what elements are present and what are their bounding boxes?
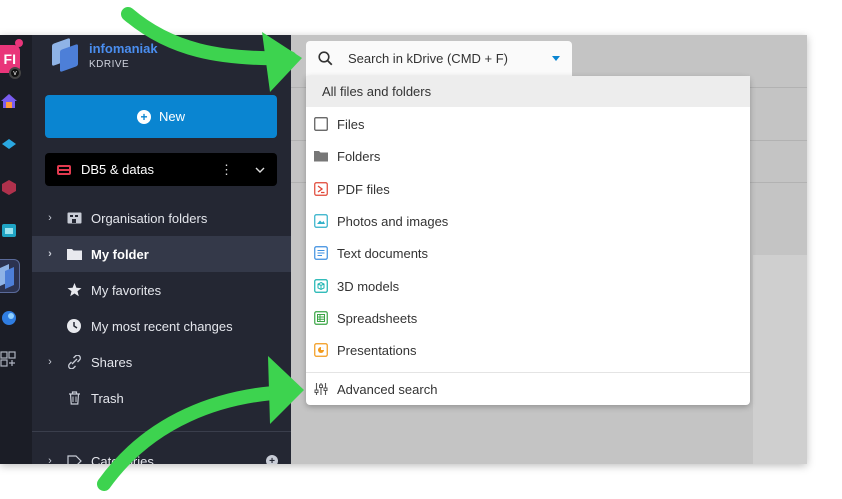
drive-selector[interactable]: DB5 & datas ⋮ xyxy=(45,153,277,186)
sliders-icon xyxy=(314,382,328,396)
advanced-search-label: Advanced search xyxy=(337,381,438,397)
sidebar-item-my-folder[interactable]: › My folder xyxy=(32,236,291,272)
drive-icon xyxy=(57,164,71,175)
filter-spreadsheets[interactable]: Spreadsheets xyxy=(306,302,750,334)
notification-dot xyxy=(15,39,23,47)
kchat-app-icon[interactable] xyxy=(0,309,18,327)
spreadsheet-icon xyxy=(314,311,328,325)
filter-folders[interactable]: Folders xyxy=(306,140,750,172)
clock-icon xyxy=(66,319,82,333)
filter-files[interactable]: Files xyxy=(306,108,750,140)
home-icon[interactable] xyxy=(0,92,18,110)
swiss-transfer-icon[interactable] xyxy=(0,178,18,196)
sidebar-item-categories[interactable]: › Categories xyxy=(32,443,291,464)
filter-3d-models[interactable]: 3D models xyxy=(306,270,750,302)
filter-pdf[interactable]: PDF files xyxy=(306,173,750,205)
image-icon xyxy=(314,214,328,228)
calendar-app-icon[interactable] xyxy=(0,221,18,239)
sidebar-item-organisation-folders[interactable]: › Organisation folders xyxy=(32,200,291,236)
sidebar-item-my-favorites[interactable]: My favorites xyxy=(32,272,291,308)
sidebar-item-label: My folder xyxy=(91,246,149,262)
kdrive-app-active[interactable] xyxy=(0,259,20,293)
chevron-right-icon[interactable]: › xyxy=(32,356,66,368)
plus-circle-icon: + xyxy=(136,109,151,124)
workspace-dropdown-badge[interactable]: v xyxy=(9,67,21,79)
new-button-label: New xyxy=(158,109,185,124)
sidebar-divider xyxy=(32,431,291,432)
caret-down-icon[interactable] xyxy=(552,56,560,61)
sidebar-item-trash[interactable]: Trash xyxy=(32,380,291,416)
kdrive-logo-icon xyxy=(48,37,80,73)
filter-label: Folders xyxy=(337,148,381,164)
pdf-icon xyxy=(314,182,328,196)
brand-name: infomaniak xyxy=(89,41,158,56)
star-icon xyxy=(66,283,82,297)
drive-menu-icon[interactable]: ⋮ xyxy=(220,162,233,178)
filter-label: Photos and images xyxy=(337,213,449,229)
workspace-initials: FI xyxy=(3,51,16,67)
file-checkbox-icon xyxy=(314,117,328,131)
main-panel xyxy=(753,255,807,464)
text-document-icon xyxy=(314,246,328,260)
filter-label: Spreadsheets xyxy=(337,310,418,326)
folder-icon xyxy=(314,149,328,163)
sidebar-item-label: My favorites xyxy=(91,282,162,298)
sidebar-item-recent-changes[interactable]: My most recent changes xyxy=(32,308,291,344)
filter-all-files[interactable]: All files and folders xyxy=(306,76,750,107)
drive-name: DB5 & datas xyxy=(81,162,154,177)
chevron-right-icon[interactable]: › xyxy=(32,248,66,260)
search-filter-dropdown: All files and folders Files Folders PDF … xyxy=(306,76,750,405)
trash-icon xyxy=(66,391,82,405)
chevron-right-icon[interactable]: › xyxy=(32,212,66,224)
filter-presentations[interactable]: Presentations xyxy=(306,334,750,366)
new-button[interactable]: + New xyxy=(45,95,277,138)
chevron-right-icon[interactable]: › xyxy=(32,455,66,464)
workspace-rail: FI v xyxy=(0,35,32,464)
sidebar-item-label: My most recent changes xyxy=(91,318,233,334)
screenshot-stage: FI v infomaniak KDRIVE + New DB5 & datas… xyxy=(0,0,842,499)
sidebar-item-label: Shares xyxy=(91,354,133,370)
advanced-search-item[interactable]: Advanced search xyxy=(306,373,750,405)
filter-label: Text documents xyxy=(337,245,429,261)
sidebar: infomaniak KDRIVE + New DB5 & datas ⋮ › xyxy=(32,35,291,464)
building-icon xyxy=(66,211,82,225)
more-apps-icon[interactable] xyxy=(0,351,18,369)
add-category-icon[interactable]: + xyxy=(266,455,278,464)
filter-label: 3D models xyxy=(337,278,400,294)
search-input[interactable]: Search in kDrive (CMD + F) xyxy=(306,41,572,76)
link-icon xyxy=(66,355,82,369)
presentation-icon xyxy=(314,343,328,357)
folder-icon xyxy=(66,247,82,261)
sidebar-item-label: Categories xyxy=(91,453,154,465)
chevron-down-icon[interactable] xyxy=(255,164,265,176)
filter-images[interactable]: Photos and images xyxy=(306,205,750,237)
filter-label: PDF files xyxy=(337,181,390,197)
cube-icon xyxy=(314,279,328,293)
filter-label: Files xyxy=(337,116,365,132)
filter-label: Presentations xyxy=(337,342,417,358)
brand[interactable]: infomaniak KDRIVE xyxy=(48,37,158,73)
sidebar-item-label: Organisation folders xyxy=(91,210,208,226)
search-placeholder: Search in kDrive (CMD + F) xyxy=(348,51,508,66)
filter-text[interactable]: Text documents xyxy=(306,237,750,269)
tag-icon xyxy=(66,454,82,464)
sidebar-item-label: Trash xyxy=(91,390,124,406)
mail-app-icon[interactable] xyxy=(0,135,18,153)
sidebar-item-shares[interactable]: › Shares xyxy=(32,344,291,380)
brand-product: KDRIVE xyxy=(89,59,130,70)
search-icon xyxy=(318,50,334,67)
